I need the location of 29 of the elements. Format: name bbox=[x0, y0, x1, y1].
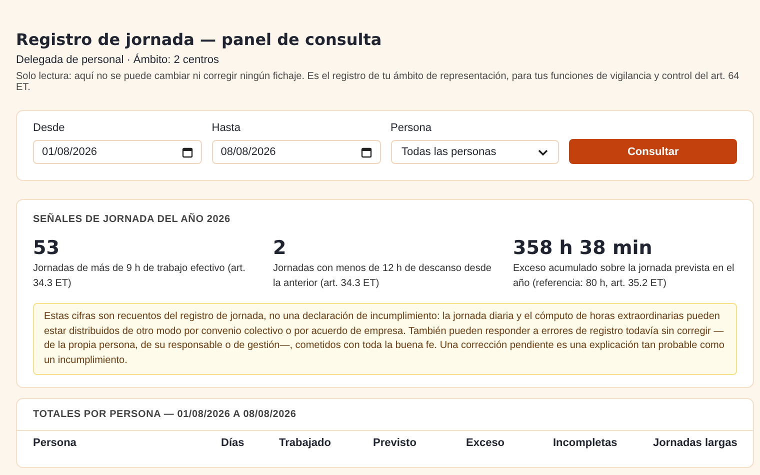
column-header: Previsto bbox=[373, 437, 416, 451]
stat-caption: Jornadas con menos de 12 h de descanso desde la anterior (art. 34.3 ET) bbox=[273, 262, 492, 290]
section-title: SEÑALES DE JORNADA DEL AÑO 2026 bbox=[33, 214, 230, 225]
stat-caption: Jornadas de más de 9 h de trabajo efectivo (art. 34.3 ET) bbox=[33, 262, 246, 290]
stat-caption: Exceso acumulado sobre la jornada prevista en el año (referencia: 80 h, art. 35.2 ET) bbox=[513, 262, 736, 290]
column-header: Exceso bbox=[466, 437, 505, 451]
column-header: Incompletas bbox=[553, 437, 618, 451]
role-subtitle: Delegada de personal · Ámbito: 2 centros bbox=[16, 54, 220, 66]
column-header: Persona bbox=[33, 437, 76, 451]
date-field[interactable]: 01/08/2026 bbox=[33, 140, 202, 164]
field-label: Desde bbox=[33, 122, 65, 134]
field-label: Persona bbox=[390, 122, 432, 134]
column-header: Días bbox=[221, 437, 244, 451]
date-field[interactable]: 08/08/2026 bbox=[212, 140, 380, 164]
chevron-down-icon bbox=[538, 148, 548, 156]
person-select[interactable]: Todas las personas bbox=[390, 140, 560, 164]
section-title: TOTALES POR PERSONA — 01/08/2026 A 08/08/2026 bbox=[32, 408, 298, 422]
field-label: Hasta bbox=[212, 122, 240, 134]
query-button[interactable]: Consultar bbox=[569, 139, 738, 164]
stat-value: 53 bbox=[33, 237, 60, 259]
page-title: Registro de jornada — panel de consulta bbox=[16, 30, 382, 49]
read-only-note: Solo lectura: aquí no se puede cambiar ni corregir ningún fichaje. Es el registro de tu ámbito de representación, para tus funciones de vigilancia y control del art. 64 ET. bbox=[16, 71, 740, 93]
disclaimer-notice: Estas cifras son recuentos del registro de jornada, no una declaración de incumplimiento: la jornada diaria y el cómputo de horas extraordinarias pueden estar distribuidos de otro modo por convenio colectivo o por acuerdo de empresa. También pueden responder a errores de registro todavía sin corregir —de la propia persona, de su responsable o de gestión—, cometidos con toda la buena fe. Una corrección pendiente es una explicación tan probable como un incumplimiento. bbox=[33, 303, 737, 375]
column-header: Jornadas largas bbox=[653, 437, 738, 451]
column-header: Trabajado bbox=[279, 437, 331, 451]
calendar-icon bbox=[360, 146, 372, 158]
calendar-icon bbox=[182, 146, 193, 158]
stat-value: 358 h 38 min bbox=[513, 237, 652, 259]
stat-value: 2 bbox=[273, 237, 286, 259]
